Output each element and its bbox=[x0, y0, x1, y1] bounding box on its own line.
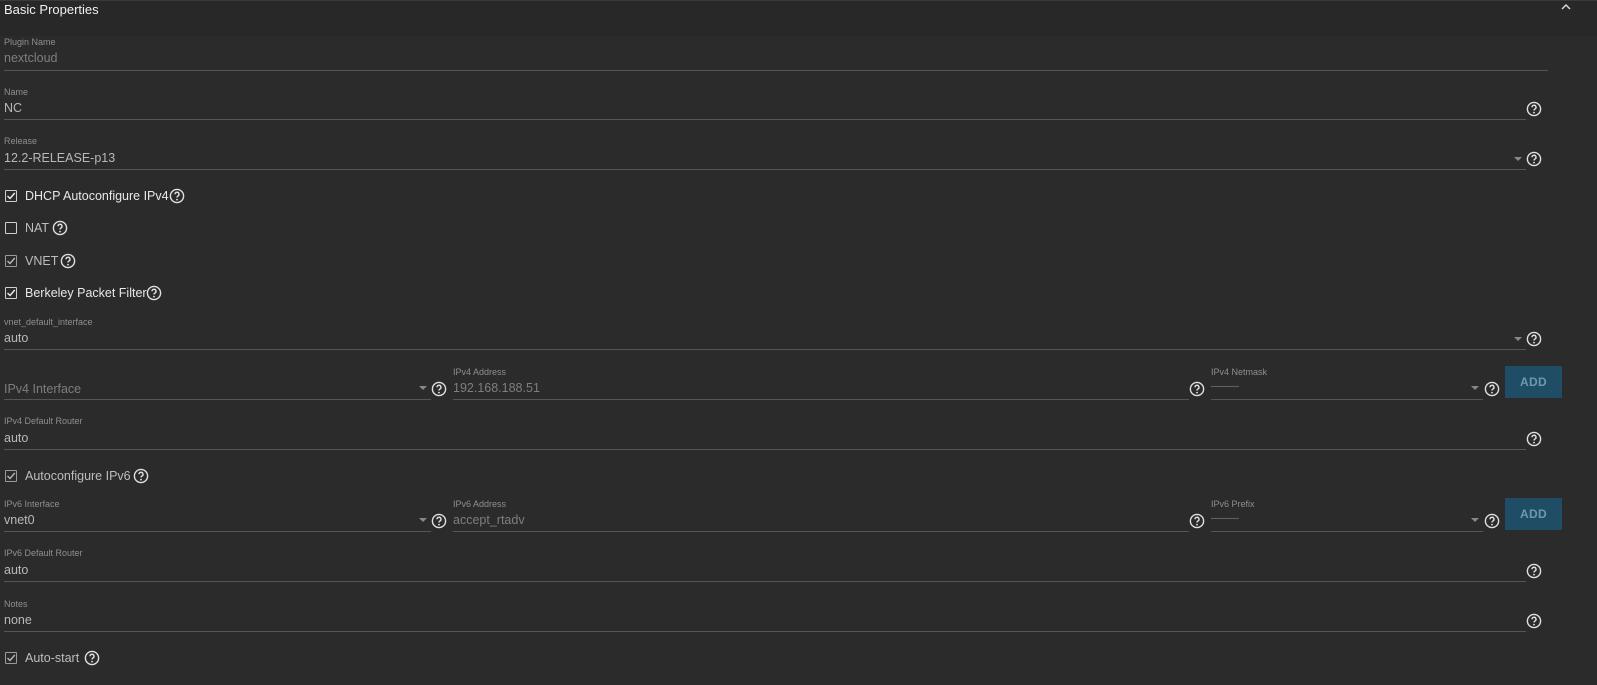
caret-down-icon bbox=[1514, 157, 1522, 161]
help-circle-icon[interactable] bbox=[1189, 513, 1205, 529]
autostart-checkbox[interactable] bbox=[5, 652, 17, 664]
name-underline bbox=[4, 119, 1526, 120]
help-circle-icon[interactable] bbox=[84, 650, 100, 666]
help-circle-icon[interactable] bbox=[169, 188, 185, 204]
help-circle-icon[interactable] bbox=[1526, 331, 1542, 347]
help-circle-icon[interactable] bbox=[146, 285, 162, 301]
ipv4-default-router-input[interactable]: auto bbox=[4, 431, 28, 445]
release-underline bbox=[4, 169, 1526, 170]
help-circle-icon[interactable] bbox=[1526, 431, 1542, 447]
vnet-default-interface-underline bbox=[4, 349, 1526, 350]
check-icon bbox=[7, 654, 16, 662]
ipv6-address-input[interactable]: accept_rtadv bbox=[453, 513, 525, 527]
nat-checkbox[interactable] bbox=[5, 222, 17, 234]
vnet-default-interface-label: vnet_default_interface bbox=[4, 317, 93, 327]
caret-down-icon bbox=[1471, 518, 1479, 522]
ipv4-add-button[interactable]: ADD bbox=[1505, 366, 1562, 398]
plugin-name-value: nextcloud bbox=[4, 51, 58, 65]
chevron-up-icon[interactable] bbox=[1559, 1, 1573, 13]
ipv6-default-router-underline bbox=[4, 581, 1526, 582]
check-icon bbox=[7, 472, 16, 480]
help-circle-icon[interactable] bbox=[1526, 563, 1542, 579]
vnet-default-interface-value: auto bbox=[4, 331, 29, 345]
name-label: Name bbox=[4, 87, 29, 97]
ipv6-prefix-underline bbox=[1211, 531, 1483, 532]
ipv4-netmask-underline bbox=[1211, 399, 1483, 400]
check-icon bbox=[7, 257, 16, 265]
notes-underline bbox=[4, 631, 1526, 632]
help-circle-icon[interactable] bbox=[60, 253, 76, 269]
ipv4-interface-placeholder: IPv4 Interface bbox=[4, 382, 82, 396]
ipv6-prefix-label: IPv6 Prefix bbox=[1211, 499, 1255, 509]
autoconf-ipv6-checkbox[interactable] bbox=[5, 470, 17, 482]
help-circle-icon[interactable] bbox=[431, 381, 447, 397]
ipv6-interface-value: vnet0 bbox=[4, 513, 35, 527]
section-header[interactable]: Basic Properties bbox=[0, 0, 1597, 36]
release-label: Release bbox=[4, 136, 38, 146]
release-value: 12.2-RELEASE-p13 bbox=[4, 151, 116, 165]
vnet-label: VNET bbox=[25, 254, 59, 268]
plugin-name-label: Plugin Name bbox=[4, 37, 56, 47]
help-circle-icon[interactable] bbox=[1484, 513, 1500, 529]
bpf-checkbox[interactable] bbox=[5, 287, 17, 299]
ipv6-prefix-value: ——— bbox=[1211, 513, 1239, 524]
autoconf-ipv6-label: Autoconfigure IPv6 bbox=[25, 469, 131, 483]
help-circle-icon[interactable] bbox=[1526, 613, 1542, 629]
section-title: Basic Properties bbox=[4, 2, 99, 17]
ipv6-default-router-label: IPv6 Default Router bbox=[4, 548, 83, 558]
ipv6-interface-label: IPv6 Interface bbox=[4, 499, 60, 509]
check-icon bbox=[7, 192, 16, 200]
plugin-name-underline bbox=[4, 70, 1548, 71]
autostart-label: Auto-start bbox=[25, 651, 80, 665]
ipv6-interface-underline bbox=[4, 531, 431, 532]
ipv4-address-underline bbox=[453, 399, 1189, 400]
notes-input[interactable]: none bbox=[4, 613, 32, 627]
ipv6-address-label: IPv6 Address bbox=[453, 499, 507, 509]
vnet-checkbox[interactable] bbox=[5, 255, 17, 267]
help-circle-icon[interactable] bbox=[1189, 381, 1205, 397]
ipv4-netmask-label: IPv4 Netmask bbox=[1211, 367, 1268, 377]
caret-down-icon bbox=[1514, 337, 1522, 341]
caret-down-icon bbox=[1471, 386, 1479, 390]
name-input[interactable]: NC bbox=[4, 101, 22, 115]
dhcp-label: DHCP Autoconfigure IPv4 bbox=[25, 189, 169, 203]
ipv4-address-label: IPv4 Address bbox=[453, 367, 507, 377]
ipv6-add-button[interactable]: ADD bbox=[1505, 498, 1562, 530]
help-circle-icon[interactable] bbox=[431, 513, 447, 529]
ipv4-default-router-label: IPv4 Default Router bbox=[4, 416, 83, 426]
ipv4-netmask-value: ——— bbox=[1211, 381, 1239, 392]
help-circle-icon[interactable] bbox=[1526, 101, 1542, 117]
ipv6-default-router-input[interactable]: auto bbox=[4, 563, 28, 577]
check-icon bbox=[7, 289, 16, 297]
help-circle-icon[interactable] bbox=[133, 468, 149, 484]
bpf-label: Berkeley Packet Filter bbox=[25, 286, 147, 300]
ipv4-address-input[interactable]: 192.168.188.51 bbox=[453, 381, 540, 395]
help-circle-icon[interactable] bbox=[1526, 151, 1542, 167]
help-circle-icon[interactable] bbox=[1484, 381, 1500, 397]
notes-label: Notes bbox=[4, 599, 28, 609]
caret-down-icon bbox=[419, 518, 427, 522]
help-circle-icon[interactable] bbox=[52, 220, 68, 236]
ipv4-default-router-underline bbox=[4, 449, 1526, 450]
caret-down-icon bbox=[419, 386, 427, 390]
dhcp-checkbox[interactable] bbox=[5, 190, 17, 202]
ipv6-address-underline bbox=[453, 531, 1189, 532]
ipv4-interface-underline bbox=[4, 399, 431, 400]
nat-label: NAT bbox=[25, 221, 50, 235]
